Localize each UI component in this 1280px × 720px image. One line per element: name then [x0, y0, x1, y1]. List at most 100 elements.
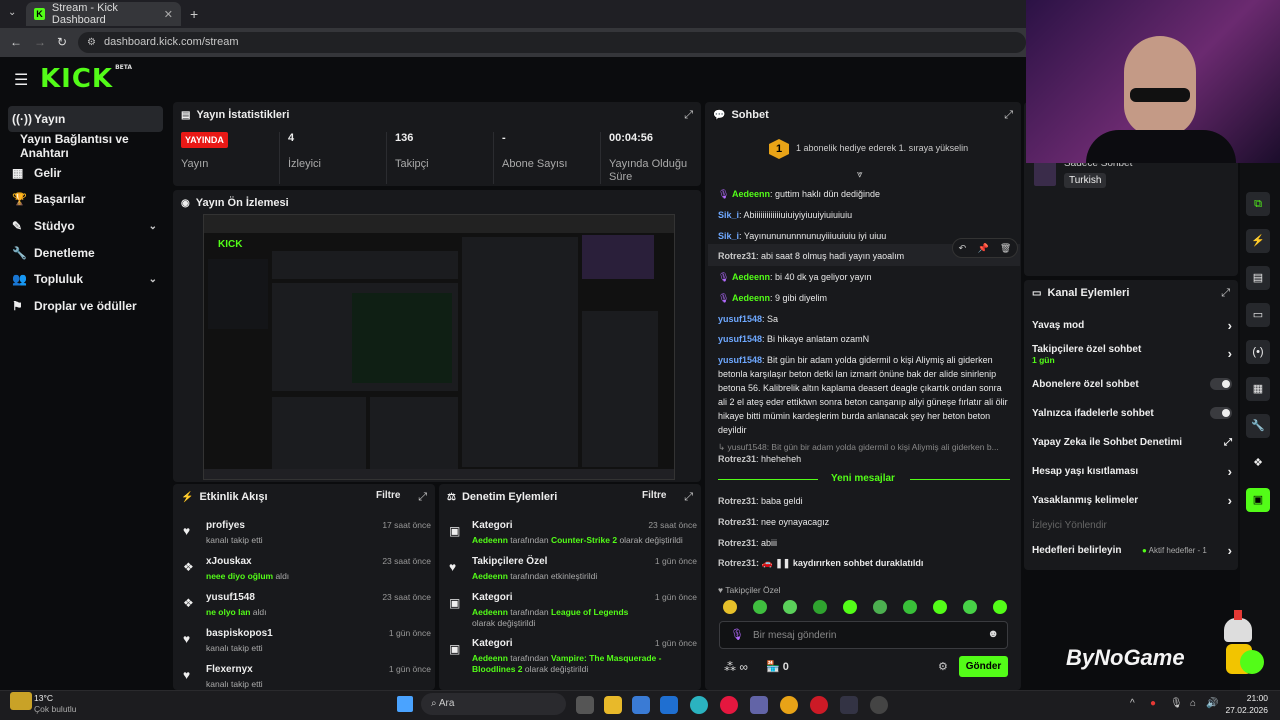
tray-app-icon[interactable]: ● [1150, 698, 1156, 709]
sidebar-item-topluluk[interactable]: 👥 Topluluk ⌄ [8, 266, 163, 292]
emote-icon[interactable] [753, 600, 767, 614]
sidebar-item-gelir[interactable]: ▦ Gelir [8, 160, 163, 186]
activity-user[interactable]: xJouskax [206, 556, 252, 567]
store-app-icon[interactable] [632, 696, 650, 714]
emote-icon[interactable] [903, 600, 917, 614]
emote-icon[interactable] [933, 600, 947, 614]
menu-icon[interactable]: ☰ [14, 70, 28, 90]
taskbar-search[interactable]: ⌕ Ara [421, 693, 566, 715]
points-icon[interactable]: ⁂ ∞ [724, 660, 748, 674]
tab-list-icon[interactable]: ⌄ [8, 7, 16, 18]
sidebar-item-yayin[interactable]: ((·)) Yayın [8, 106, 163, 132]
wrench-icon[interactable]: 🔧 [1246, 414, 1270, 438]
game-icon[interactable]: ▣ [1246, 488, 1270, 512]
network-icon[interactable]: ⌂ [1190, 698, 1196, 709]
weather-icon[interactable] [10, 692, 32, 710]
emote-icon[interactable] [813, 600, 827, 614]
kick-logo[interactable]: KICK BETA [40, 64, 132, 94]
slow-mode-item[interactable]: Yavaş mod › [1032, 318, 1232, 333]
subscribers-only-toggle[interactable] [1210, 378, 1232, 390]
pinned-toggle-icon[interactable]: ⩔ [857, 169, 863, 180]
reply-icon[interactable]: ↶ [959, 243, 967, 254]
emote-icon[interactable] [963, 600, 977, 614]
sidebar-item-denetleme[interactable]: 🔧 Denetleme [8, 240, 163, 266]
emote-icon[interactable] [843, 600, 857, 614]
emote-icon[interactable] [723, 600, 737, 614]
ai-moderation-item[interactable]: Yapay Zeka ile Sohbet Denetimi ⤢ [1032, 437, 1232, 448]
forward-icon[interactable]: → [34, 35, 46, 49]
activity-user[interactable]: yusuf1548 [206, 592, 255, 603]
sidebar-item-stream-key[interactable]: Yayın Bağlantısı ve Anahtarı [20, 132, 175, 160]
expand-icon[interactable]: ⤢ [418, 491, 427, 504]
sidebar-item-studyo[interactable]: ✎ Stüdyo ⌄ [8, 213, 163, 239]
opera-icon[interactable] [810, 696, 828, 714]
chat-username[interactable]: Rotrez31 [718, 251, 756, 261]
emoji-icon[interactable]: ☻ [987, 628, 999, 640]
account-age-item[interactable]: Hesap yaşı kısıtlaması › [1032, 464, 1232, 479]
url-input[interactable]: dashboard.kick.com/stream [78, 32, 1026, 53]
back-icon[interactable]: ← [10, 35, 22, 49]
clock-time[interactable]: 21:00 [1228, 693, 1268, 703]
clock-date[interactable]: 27.02.2026 [1218, 705, 1268, 715]
emote-icon[interactable] [873, 600, 887, 614]
send-button[interactable]: Gönder [959, 656, 1008, 677]
chat-username[interactable]: Sik_i [718, 231, 739, 241]
activity-user[interactable]: baspiskopos1 [206, 628, 273, 639]
emote-icon[interactable] [993, 600, 1007, 614]
chat-username[interactable]: Aedeenn [732, 272, 770, 282]
expand-icon[interactable]: ⤢ [684, 109, 693, 122]
sidebar-item-basarilar[interactable]: 🏆 Başarılar [8, 186, 163, 212]
new-tab-icon[interactable]: + [190, 6, 198, 22]
expand-icon[interactable]: ⤢ [1004, 109, 1013, 122]
moderation-icon[interactable]: ▦ [1246, 377, 1270, 401]
volume-icon[interactable]: 🔊 [1206, 698, 1218, 709]
obs-icon[interactable] [870, 696, 888, 714]
stream-preview-video[interactable]: KICK [203, 214, 675, 480]
broadcast-icon[interactable]: (•) [1246, 340, 1270, 364]
edge-icon[interactable] [690, 696, 708, 714]
filter-button[interactable]: Filtre [376, 490, 400, 501]
close-tab-icon[interactable]: ✕ [164, 8, 173, 21]
language-tag[interactable]: Turkish [1064, 173, 1107, 188]
browser-tab[interactable]: K Stream - Kick Dashboard ✕ [26, 2, 181, 26]
chat-username[interactable]: Rotrez31 [718, 454, 756, 464]
emotes-only-toggle[interactable] [1210, 407, 1232, 419]
tray-chevron-icon[interactable]: ^ [1130, 698, 1135, 709]
store-button[interactable]: 🏪 0 [766, 660, 789, 673]
list-icon[interactable]: ▤ [1246, 266, 1270, 290]
site-info-icon[interactable]: ⚙ [87, 37, 96, 48]
settings-icon[interactable]: ⚙ [938, 660, 948, 673]
app-icon[interactable] [840, 696, 858, 714]
chat-icon[interactable]: ▭ [1246, 303, 1270, 327]
expand-icon[interactable]: ⤢ [684, 491, 693, 504]
chat-username[interactable]: Aedeenn [732, 293, 770, 303]
activity-user[interactable]: Flexernyx [206, 664, 253, 675]
gift-icon[interactable]: ❖ [1246, 451, 1270, 475]
media-app-icon[interactable] [720, 696, 738, 714]
chat-username[interactable]: yusuf1548 [718, 355, 762, 365]
followers-only-item[interactable]: Takipçilere özel sohbet 1 gün › [1032, 344, 1232, 365]
chat-username[interactable]: Rotrez31 [718, 517, 756, 527]
microphone-icon[interactable]: 🎙 [1170, 698, 1183, 709]
banned-words-item[interactable]: Yasaklanmış kelimeler › [1032, 493, 1232, 508]
chat-paused-notice[interactable]: Rotrez31: 🚗 ❚❚ kaydırırken sohbet durakl… [718, 556, 1008, 570]
chat-username[interactable]: yusuf1548 [718, 334, 762, 344]
sidebar-item-droplar[interactable]: ⚑ Droplar ve ödüller [8, 293, 163, 319]
delete-icon[interactable]: 🗑 [1000, 243, 1011, 254]
gift-leaderboard-text[interactable]: 1 abonelik hediye ederek 1. sıraya yükse… [796, 143, 968, 153]
outlook-icon[interactable] [660, 696, 678, 714]
teams-icon[interactable] [750, 696, 768, 714]
chat-input[interactable]: 🎙 Bir mesaj gönderin ☻ [719, 621, 1008, 649]
chat-username[interactable]: Aedeenn [732, 189, 770, 199]
reload-icon[interactable]: ↻ [57, 35, 67, 49]
chat-username[interactable]: Sik_i [718, 210, 739, 220]
camera-icon[interactable]: ⧉ [1246, 192, 1270, 216]
chrome-icon[interactable] [780, 696, 798, 714]
windows-start-icon[interactable] [397, 696, 413, 712]
chat-username[interactable]: Rotrez31 [718, 538, 756, 548]
emote-icon[interactable] [783, 600, 797, 614]
file-explorer-icon[interactable] [604, 696, 622, 714]
bolt-icon[interactable]: ⚡ [1246, 229, 1270, 253]
set-goals-item[interactable]: Hedefleri belirleyin ● Aktif hedefler - 1… [1032, 543, 1232, 558]
chat-username[interactable]: Rotrez31 [718, 496, 756, 506]
